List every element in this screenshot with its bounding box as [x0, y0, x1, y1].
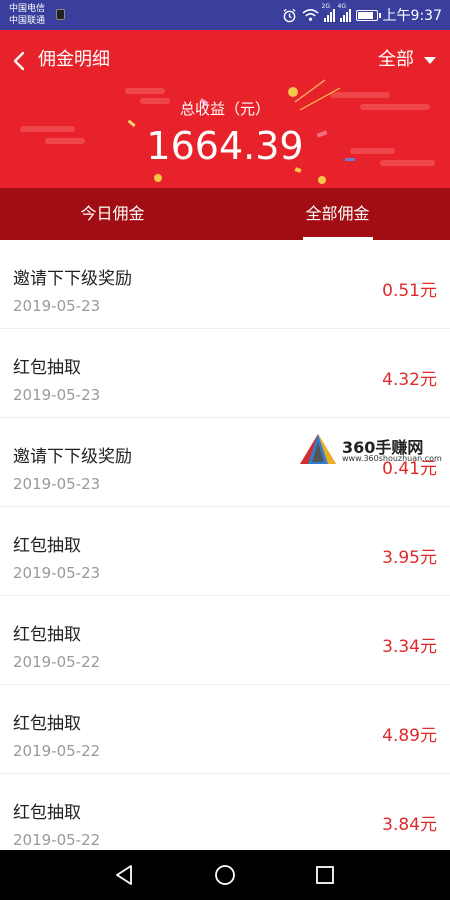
record-title: 红包抽取 [13, 803, 81, 823]
list-item[interactable]: 红包抽取 2019-05-23 3.95元 [0, 507, 450, 596]
record-title: 红包抽取 [13, 536, 81, 556]
record-date: 2019-05-22 [13, 742, 101, 760]
tab-label: 今日佣金 [80, 204, 145, 223]
tab-today-commission[interactable]: 今日佣金 [0, 188, 225, 240]
nav-recents-icon[interactable] [313, 863, 337, 887]
tab-all-commission[interactable]: 全部佣金 [225, 188, 450, 240]
record-amount: 3.34元 [382, 637, 437, 657]
sim-card-icon [56, 9, 65, 20]
record-title: 红包抽取 [13, 625, 81, 645]
status-bar: 中国电信 中国联通 2G 4G 上午9:37 [0, 0, 450, 30]
watermark-logo-icon [300, 434, 336, 464]
watermark-url: www.360shouzhuan.com [342, 454, 442, 463]
filter-dropdown[interactable]: 全部 [378, 48, 436, 72]
system-nav-bar [0, 850, 450, 900]
list-item[interactable]: 邀请下下级奖励 2019-05-23 0.51元 [0, 240, 450, 329]
record-title: 红包抽取 [13, 714, 81, 734]
record-date: 2019-05-22 [13, 831, 101, 849]
record-date: 2019-05-22 [13, 653, 101, 671]
list-item[interactable]: 红包抽取 2019-05-22 3.34元 [0, 596, 450, 685]
record-date: 2019-05-23 [13, 297, 101, 315]
record-amount: 3.84元 [382, 815, 437, 835]
watermark: 360手赚网 www.360shouzhuan.com [298, 432, 448, 468]
list-item[interactable]: 红包抽取 2019-05-23 4.32元 [0, 329, 450, 418]
commission-list: 邀请下下级奖励 2019-05-23 0.51元 红包抽取 2019-05-23… [0, 240, 450, 863]
caret-down-icon [424, 56, 436, 64]
status-icons: 2G 4G 上午9:37 [282, 3, 442, 25]
tab-label: 全部佣金 [305, 204, 370, 223]
record-date: 2019-05-23 [13, 386, 101, 404]
page-title: 佣金明细 [38, 49, 110, 70]
record-title: 邀请下下级奖励 [13, 447, 132, 467]
filter-label: 全部 [378, 49, 414, 70]
carrier-2: 中国联通 [9, 16, 46, 26]
nav-back-icon[interactable] [112, 863, 136, 887]
back-arrow-icon[interactable] [10, 50, 30, 72]
wifi-icon [301, 9, 319, 21]
total-earnings-value: 1664.39 [146, 124, 304, 168]
status-time: 上午9:37 [382, 8, 442, 24]
signal-icon-2: 4G [338, 3, 351, 22]
record-date: 2019-05-23 [13, 564, 101, 582]
record-amount: 4.89元 [382, 726, 437, 746]
list-item[interactable]: 红包抽取 2019-05-22 4.89元 [0, 685, 450, 774]
nav-home-icon[interactable] [213, 863, 237, 887]
earnings-header: 佣金明细 全部 总收益（元） 1664.39 [0, 30, 450, 188]
total-earnings-label: 总收益（元） [179, 100, 270, 118]
commission-tabs: 今日佣金 全部佣金 [0, 188, 450, 240]
record-date: 2019-05-23 [13, 475, 101, 493]
record-amount: 4.32元 [382, 370, 437, 390]
carrier-1: 中国电信 [9, 4, 46, 14]
record-title: 邀请下下级奖励 [13, 269, 132, 289]
record-amount: 3.95元 [382, 548, 437, 568]
battery-icon [355, 9, 381, 21]
record-amount: 0.51元 [382, 281, 437, 301]
alarm-icon [283, 8, 296, 22]
signal-icon-1: 2G [322, 3, 335, 22]
record-title: 红包抽取 [13, 358, 81, 378]
carrier-info: 中国电信 中国联通 [9, 3, 45, 27]
